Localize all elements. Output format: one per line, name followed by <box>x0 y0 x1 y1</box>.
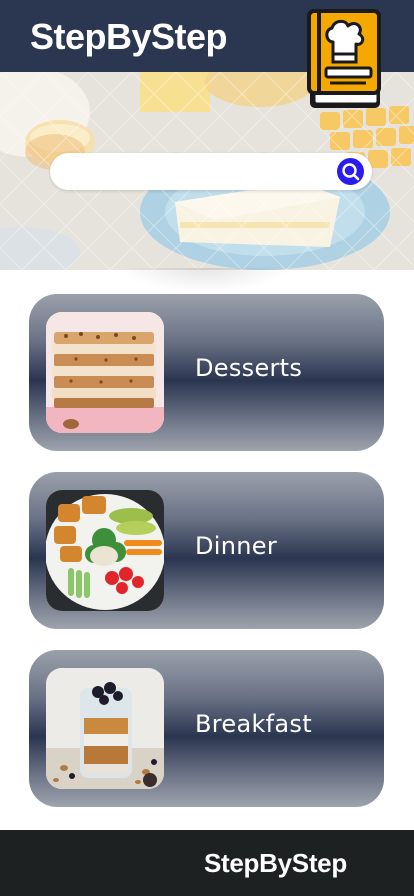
desserts-thumbnail <box>46 312 164 433</box>
search-button[interactable] <box>337 158 364 185</box>
search-input[interactable] <box>64 161 324 183</box>
category-card-breakfast[interactable]: Breakfast <box>29 650 384 807</box>
breakfast-thumbnail <box>46 668 164 789</box>
search-icon <box>342 163 360 181</box>
search-bar <box>50 153 372 190</box>
dinner-thumbnail <box>46 490 164 611</box>
footer-bar: StepByStep <box>0 830 414 896</box>
chef-cookbook-icon[interactable] <box>306 8 384 114</box>
footer-brand: StepByStep <box>204 848 347 878</box>
category-card-dinner[interactable]: Dinner <box>29 472 384 629</box>
app-screen: StepByStep Desserts Dinner Breakfast Ste… <box>0 0 414 896</box>
category-card-desserts[interactable]: Desserts <box>29 294 384 451</box>
category-label: Dinner <box>195 532 278 560</box>
app-title: StepByStep <box>30 16 228 57</box>
hero-shadow <box>120 268 290 292</box>
category-label: Breakfast <box>195 710 312 738</box>
category-label: Desserts <box>195 354 303 382</box>
